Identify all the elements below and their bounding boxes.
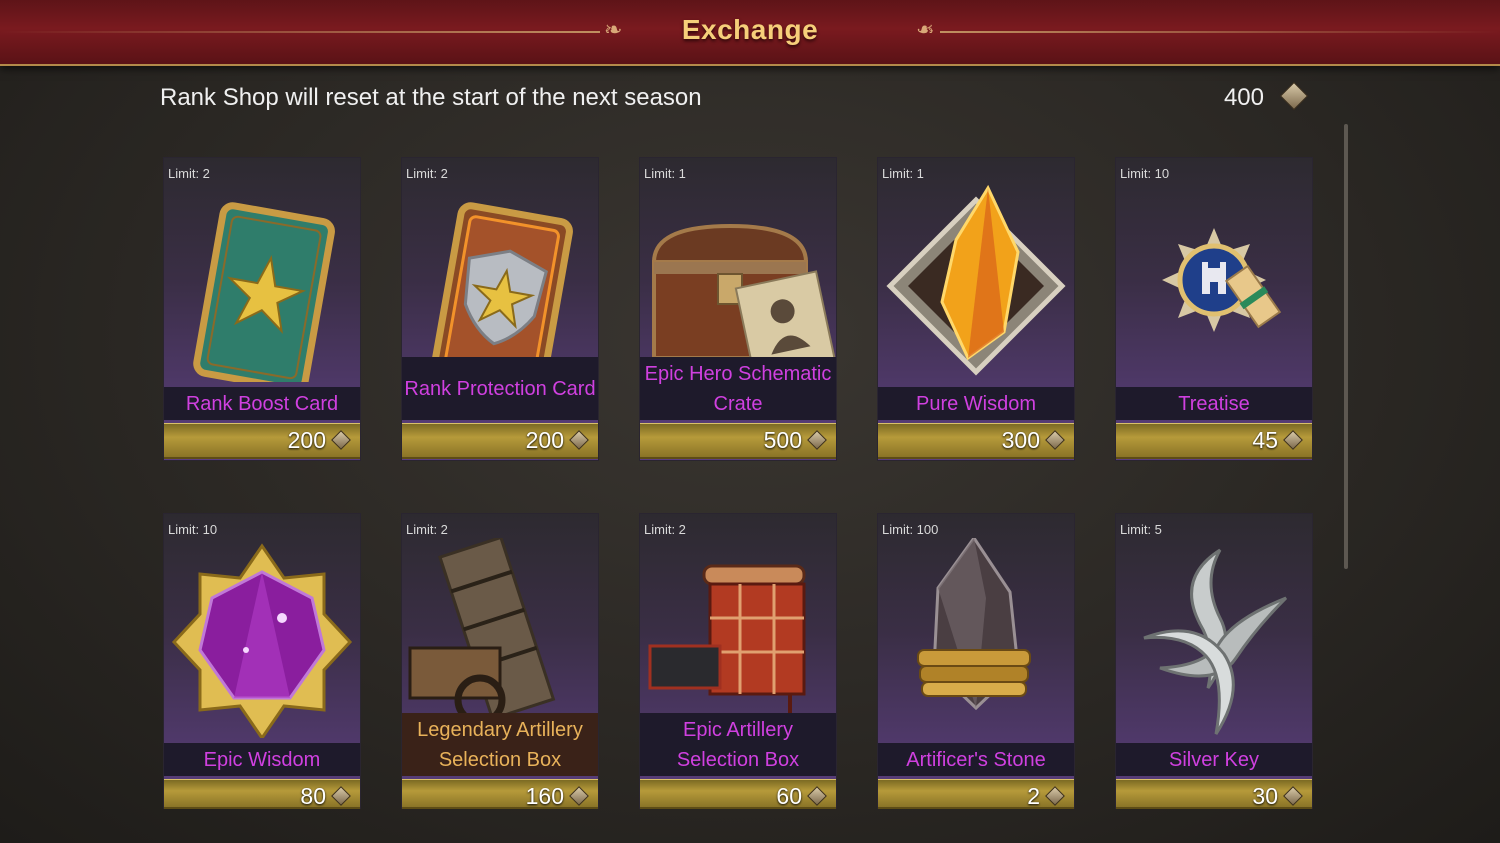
item-price: 2 bbox=[1027, 783, 1040, 809]
shop-item-epic-artillery-selection-box[interactable]: Limit: 2 Epic Artillery Selection Box 60 bbox=[640, 514, 836, 809]
legendary-artillery-icon bbox=[408, 538, 556, 726]
shop-item-silver-key[interactable]: Limit: 5 Silver Key 30 bbox=[1116, 514, 1312, 809]
rank-coin-icon bbox=[1045, 430, 1065, 450]
item-name: Epic Artillery Selection Box bbox=[640, 713, 836, 776]
item-price: 45 bbox=[1252, 427, 1278, 453]
shop-item-rank-boost-card[interactable]: Limit: 2 Rank Boost Card 200 bbox=[164, 158, 360, 460]
currency-amount: 400 bbox=[1223, 84, 1264, 111]
rank-coin-icon bbox=[807, 430, 827, 450]
rank-coin-icon bbox=[807, 786, 827, 806]
item-limit: Limit: 2 bbox=[644, 522, 686, 537]
rank-coin-icon bbox=[569, 786, 589, 806]
buy-button[interactable]: 160 bbox=[402, 779, 598, 809]
shop-item-rank-protection-card[interactable]: Limit: 2 Rank Protection Card 200 bbox=[402, 158, 598, 460]
shop-item-epic-wisdom[interactable]: Limit: 10 Epic Wisdom 80 bbox=[164, 514, 360, 809]
item-name: Artificer's Stone bbox=[878, 743, 1074, 776]
rank-coin-icon bbox=[331, 430, 351, 450]
ornament-right-icon: ❧ bbox=[916, 18, 935, 43]
item-price: 30 bbox=[1252, 783, 1278, 809]
buy-button[interactable]: 60 bbox=[640, 779, 836, 809]
item-price: 500 bbox=[763, 427, 802, 453]
item-name: Treatise bbox=[1116, 387, 1312, 420]
reset-notice: Rank Shop will reset at the start of the… bbox=[160, 84, 702, 111]
shop-item-artificers-stone[interactable]: Limit: 100 Artificer's Stone 2 bbox=[878, 514, 1074, 809]
rank-boost-card-icon bbox=[193, 202, 335, 382]
rank-protection-card-icon bbox=[431, 202, 573, 382]
shop-item-pure-wisdom[interactable]: Limit: 1 Pure Wisdom 300 bbox=[878, 158, 1074, 460]
item-name: Epic Hero Schematic Crate bbox=[640, 357, 836, 420]
item-limit: Limit: 5 bbox=[1120, 522, 1162, 537]
item-price: 160 bbox=[525, 783, 564, 809]
buy-button[interactable]: 30 bbox=[1116, 779, 1312, 809]
buy-button[interactable]: 80 bbox=[164, 779, 360, 809]
header-banner: ❧ Exchange ❧ bbox=[0, 0, 1500, 66]
rank-coin-icon bbox=[1283, 430, 1303, 450]
buy-button[interactable]: 45 bbox=[1116, 423, 1312, 459]
item-price: 60 bbox=[776, 783, 802, 809]
item-name: Rank Protection Card bbox=[402, 357, 598, 420]
item-limit: Limit: 100 bbox=[882, 522, 939, 537]
item-limit: Limit: 10 bbox=[168, 522, 218, 537]
pure-wisdom-icon bbox=[886, 184, 1066, 376]
shop-item-epic-hero-schematic-crate[interactable]: Limit: 1 Epic Hero Schematic Crate 500 bbox=[640, 158, 836, 460]
buy-button[interactable]: 2 bbox=[878, 779, 1074, 809]
artificers-stone-icon bbox=[917, 538, 1031, 711]
item-price: 200 bbox=[287, 427, 326, 453]
item-name: Legendary Artillery Selection Box bbox=[402, 713, 598, 776]
silver-key-icon bbox=[1143, 548, 1288, 735]
epic-artillery-icon bbox=[648, 564, 806, 732]
rank-coin-icon bbox=[1045, 786, 1065, 806]
item-price: 80 bbox=[300, 783, 326, 809]
item-name: Rank Boost Card bbox=[164, 387, 360, 420]
epic-wisdom-icon bbox=[171, 543, 353, 738]
item-limit: Limit: 10 bbox=[1120, 166, 1170, 181]
item-name: Silver Key bbox=[1116, 743, 1312, 776]
item-limit: Limit: 2 bbox=[168, 166, 210, 181]
treatise-icon bbox=[1162, 228, 1282, 332]
item-limit: Limit: 1 bbox=[644, 166, 686, 181]
item-name: Epic Wisdom bbox=[164, 743, 360, 776]
buy-button[interactable]: 500 bbox=[640, 423, 836, 459]
rank-coin-icon bbox=[331, 786, 351, 806]
shop-item-legendary-artillery-selection-box[interactable]: Limit: 2 Legendary Artillery Selection B… bbox=[402, 514, 598, 809]
shop-item-treatise[interactable]: Limit: 10 Treatise 45 bbox=[1116, 158, 1312, 460]
item-limit: Limit: 2 bbox=[406, 522, 448, 537]
scrollbar[interactable] bbox=[1344, 124, 1348, 569]
buy-button[interactable]: 200 bbox=[402, 423, 598, 459]
rank-coin-icon bbox=[1283, 786, 1303, 806]
header-divider-right bbox=[940, 31, 1500, 33]
page-title: Exchange bbox=[681, 14, 819, 45]
schematic-crate-icon bbox=[651, 223, 836, 378]
item-limit: Limit: 1 bbox=[882, 166, 924, 181]
buy-button[interactable]: 300 bbox=[878, 423, 1074, 459]
item-limit: Limit: 2 bbox=[406, 166, 448, 181]
item-price: 200 bbox=[525, 427, 564, 453]
rank-coin-icon bbox=[569, 430, 589, 450]
item-price: 300 bbox=[1001, 427, 1040, 453]
rank-coin-icon bbox=[1279, 81, 1309, 111]
item-name: Pure Wisdom bbox=[878, 387, 1074, 420]
buy-button[interactable]: 200 bbox=[164, 423, 360, 459]
